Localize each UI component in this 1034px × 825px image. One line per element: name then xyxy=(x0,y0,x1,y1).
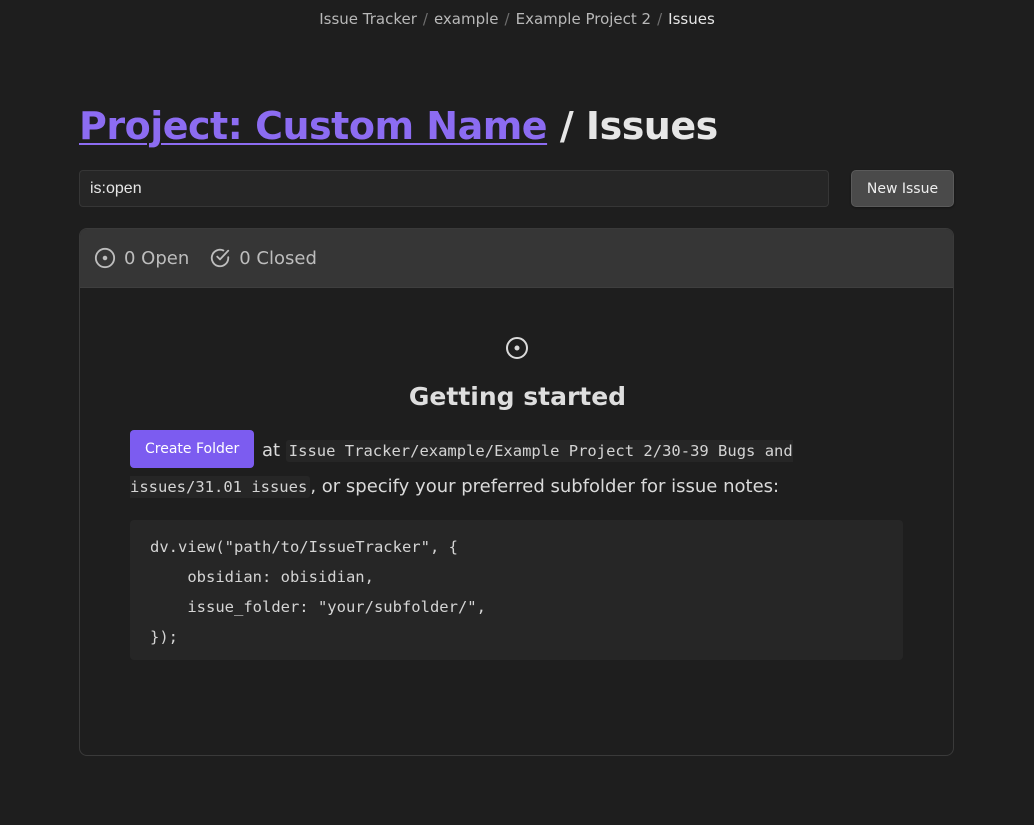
project-link[interactable]: Project: Custom Name xyxy=(79,104,548,148)
new-issue-button[interactable]: New Issue xyxy=(851,170,954,207)
empty-state-title: Getting started xyxy=(408,382,627,411)
instructions-at-text: at xyxy=(261,440,281,461)
issue-opened-icon xyxy=(506,337,528,359)
page-title: Project: Custom Name / Issues xyxy=(79,104,718,148)
instructions-tail-text: , or specify your preferred subfolder fo… xyxy=(310,476,780,497)
open-filter[interactable]: 0 Open xyxy=(94,247,189,269)
check-circle-icon xyxy=(211,248,230,268)
breadcrumb-example[interactable]: example xyxy=(434,10,499,28)
issues-panel: 0 Open 0 Closed Getting started Create F… xyxy=(79,228,954,756)
empty-state: Getting started Create Folder at Issue T… xyxy=(80,288,953,755)
breadcrumb-separator: / xyxy=(657,10,663,28)
breadcrumb-example-project-2[interactable]: Example Project 2 xyxy=(516,10,651,28)
breadcrumb-separator: / xyxy=(422,10,428,28)
issue-opened-icon xyxy=(94,247,116,269)
search-input[interactable] xyxy=(79,170,829,207)
setup-instructions: Create Folder at Issue Tracker/example/E… xyxy=(130,430,820,504)
breadcrumb-current-issues: Issues xyxy=(668,10,715,28)
breadcrumb: Issue Tracker / example / Example Project 2 /… xyxy=(0,10,1034,28)
breadcrumb-issue-tracker[interactable]: Issue Tracker xyxy=(319,10,417,28)
breadcrumb-separator: / xyxy=(504,10,510,28)
code-snippet: dv.view("path/to/IssueTracker", { obsidi… xyxy=(130,520,903,660)
closed-filter[interactable]: 0 Closed xyxy=(209,247,317,269)
issues-filter-bar: 0 Open 0 Closed xyxy=(80,229,953,288)
closed-count-label: 0 Closed xyxy=(239,247,317,269)
create-folder-button[interactable]: Create Folder xyxy=(130,430,255,468)
open-count-label: 0 Open xyxy=(124,247,190,269)
page-title-suffix: / Issues xyxy=(547,104,718,148)
